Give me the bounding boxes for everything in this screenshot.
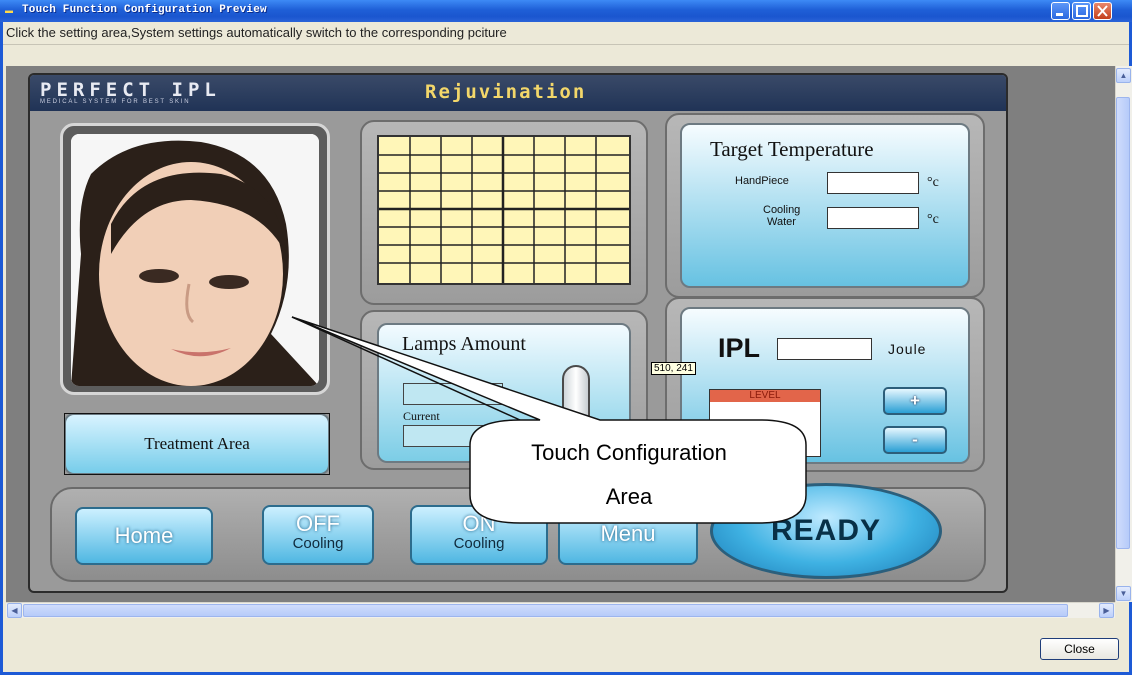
handpiece-unit: °c xyxy=(927,175,939,190)
spot-grid[interactable] xyxy=(377,135,631,285)
chevron-right-icon: ▶ xyxy=(1103,606,1110,615)
cooling-label: Cooling xyxy=(763,204,801,216)
on-cooling-top: ON xyxy=(462,511,496,536)
home-label: Home xyxy=(114,523,174,548)
mode-title: Rejuvination xyxy=(425,81,587,103)
on-cooling-sub: Cooling xyxy=(453,535,505,552)
brand-logo: PERFECT IPL xyxy=(40,79,221,101)
brand-tagline: MEDICAL SYSTEM FOR BEST SKIN xyxy=(40,99,191,105)
chevron-down-icon: ▼ xyxy=(1119,589,1128,598)
cooling-water-temp-field[interactable] xyxy=(827,207,919,229)
scroll-up-button[interactable]: ▲ xyxy=(1116,68,1131,83)
handpiece-temp-field[interactable] xyxy=(827,172,919,194)
off-cooling-top: OFF xyxy=(296,511,340,536)
level-plus-button[interactable]: + xyxy=(883,387,947,415)
callout-text-line1: Touch Configuration xyxy=(531,440,727,465)
ipl-label: IPL xyxy=(718,333,761,363)
handpiece-label: HandPiece xyxy=(735,175,789,187)
treatment-area-selection xyxy=(64,413,330,475)
menu-label: Menu xyxy=(600,521,656,546)
scroll-down-button[interactable]: ▼ xyxy=(1116,586,1131,601)
scroll-left-button[interactable]: ◀ xyxy=(7,603,22,618)
level-label: LEVEL xyxy=(710,390,820,402)
target-temperature-title: Target Temperature xyxy=(710,137,874,161)
instruction-text: Click the setting area,System settings a… xyxy=(6,25,507,40)
cooling-water-unit: °c xyxy=(927,212,939,227)
ready-button[interactable]: READY xyxy=(710,483,942,579)
treatment-photo-frame[interactable] xyxy=(60,123,330,395)
chevron-left-icon: ◀ xyxy=(11,606,18,615)
coordinate-tooltip: 510, 241 xyxy=(651,362,696,375)
footer xyxy=(3,618,1129,672)
lamps-title: Lamps Amount xyxy=(402,333,526,355)
face-photo xyxy=(71,134,319,386)
menu-button[interactable]: Menu xyxy=(558,505,698,565)
window-title: Touch Function Configuration Preview xyxy=(22,4,267,16)
lamp-indicator xyxy=(562,365,590,445)
on-cooling-button[interactable]: ON Cooling xyxy=(410,505,548,565)
lamps-total-field[interactable] xyxy=(403,383,503,405)
water-label: Water xyxy=(767,216,796,228)
maximize-button[interactable] xyxy=(1072,2,1091,20)
device-screen[interactable]: PERFECT IPL MEDICAL SYSTEM FOR BEST SKIN… xyxy=(28,73,1008,593)
home-button[interactable]: Home xyxy=(75,507,213,565)
minimize-button[interactable] xyxy=(1051,2,1070,20)
close-button[interactable]: Close xyxy=(1040,638,1119,660)
close-window-button[interactable] xyxy=(1093,2,1112,20)
scroll-right-button[interactable]: ▶ xyxy=(1099,603,1114,618)
ipl-energy-field[interactable] xyxy=(777,338,872,360)
divider xyxy=(3,44,1129,45)
app-icon: ▬ xyxy=(5,6,13,15)
callout-text-line2: Area xyxy=(605,484,653,509)
joule-unit: Joule xyxy=(888,341,927,357)
current-label: Current xyxy=(403,409,440,423)
chevron-up-icon: ▲ xyxy=(1119,71,1128,80)
off-cooling-sub: Cooling xyxy=(292,535,344,552)
off-cooling-button[interactable]: OFF Cooling xyxy=(262,505,374,565)
horizontal-scroll-thumb[interactable] xyxy=(23,604,1068,617)
level-minus-button[interactable]: - xyxy=(883,426,947,454)
vertical-scroll-thumb[interactable] xyxy=(1116,97,1130,549)
